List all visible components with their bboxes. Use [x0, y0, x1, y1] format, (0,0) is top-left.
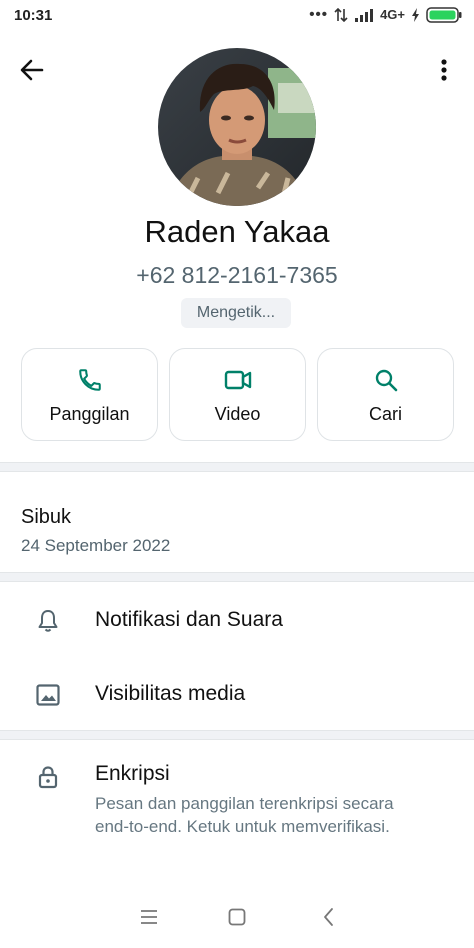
contact-name: Raden Yakaa [144, 214, 330, 249]
encryption-title: Enkripsi [95, 762, 170, 785]
lock-icon [38, 766, 58, 789]
battery-icon [426, 6, 462, 23]
search-button[interactable]: Cari [317, 348, 454, 441]
image-icon [36, 684, 60, 706]
dots-icon: ••• [309, 6, 329, 23]
encryption-description: Pesan dan panggilan terenkripsi secara e… [95, 794, 394, 836]
status-time: 10:31 [14, 7, 53, 24]
data-transfer-icon [334, 7, 348, 22]
section-divider [0, 572, 474, 582]
back-chevron-icon[interactable] [317, 905, 341, 929]
video-label: Video [214, 404, 261, 424]
action-buttons: Panggilan Video Cari [21, 348, 454, 441]
menu-lines-icon[interactable] [137, 905, 161, 929]
section-divider [0, 462, 474, 472]
call-label: Panggilan [49, 404, 130, 424]
typing-status: Mengetik... [181, 298, 291, 328]
system-nav-bar [0, 886, 474, 948]
phone-icon [78, 369, 101, 391]
section-divider [0, 730, 474, 740]
charging-icon [412, 7, 419, 22]
status-icons: ••• 4G+ [309, 6, 462, 23]
video-icon [224, 370, 251, 390]
notifications-row[interactable]: Notifikasi dan Suara [0, 588, 474, 654]
network-type: 4G+ [380, 7, 405, 22]
call-button[interactable]: Panggilan [21, 348, 158, 441]
notifications-label: Notifikasi dan Suara [95, 608, 283, 631]
about-date: 24 September 2022 [21, 536, 171, 555]
menu-button[interactable] [434, 56, 454, 84]
bell-icon [38, 610, 58, 632]
home-square-icon[interactable] [225, 905, 249, 929]
arrow-left-icon [20, 59, 44, 81]
signal-icon [355, 8, 374, 22]
contact-phone: +62 812-2161-7365 [136, 262, 338, 288]
about-text: Sibuk [21, 506, 72, 528]
search-icon [375, 369, 397, 392]
status-bar: 10:31 ••• 4G+ [0, 0, 474, 32]
media-visibility-label: Visibilitas media [95, 682, 246, 705]
more-vertical-icon [441, 59, 447, 81]
back-button[interactable] [18, 56, 46, 84]
avatar[interactable] [158, 48, 316, 206]
search-label: Cari [368, 404, 402, 424]
video-button[interactable]: Video [169, 348, 306, 441]
media-visibility-row[interactable]: Visibilitas media [0, 662, 474, 726]
